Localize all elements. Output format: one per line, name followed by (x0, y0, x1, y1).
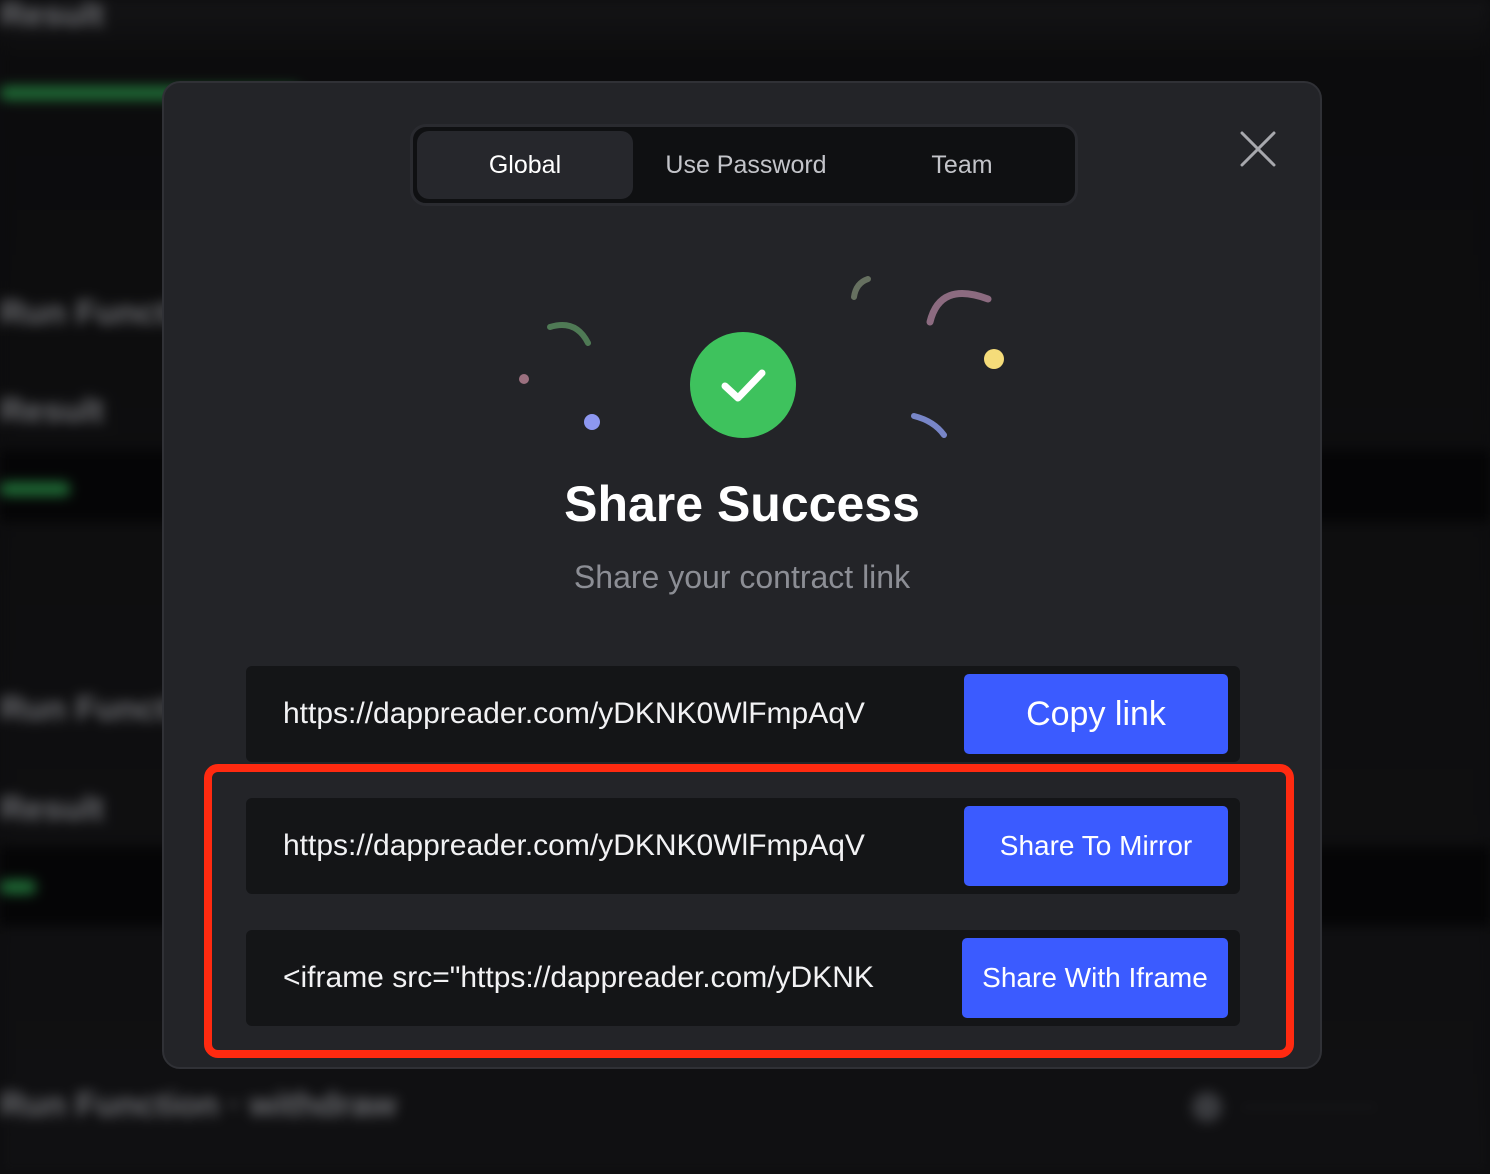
background-heading: Result (0, 392, 104, 430)
tab-use-password[interactable]: Use Password (635, 131, 857, 199)
tab-team[interactable]: Team (859, 131, 1065, 199)
confetti-arc (911, 413, 947, 438)
share-link-field[interactable]: https://dappreader.com/yDKNK0WlFmpAqV (283, 666, 939, 762)
modal-subtitle: Share your contract link (573, 559, 911, 595)
background-heading: Result (0, 0, 104, 34)
background-progress (0, 482, 70, 496)
confetti-dot (519, 374, 529, 384)
close-button[interactable] (1236, 127, 1280, 171)
tab-global[interactable]: Global (417, 131, 633, 199)
modal-title: Share Success (564, 476, 920, 532)
share-mode-tabs: Global Use Password Team (410, 124, 1078, 206)
highlight-annotation (204, 764, 1294, 1058)
background-label: ······················· (1240, 1096, 1378, 1116)
copy-link-button[interactable]: Copy link (964, 674, 1228, 754)
check-icon (721, 369, 766, 402)
check-circle-icon (690, 332, 796, 438)
share-link-row: https://dappreader.com/yDKNK0WlFmpAqV Co… (246, 666, 1240, 762)
background-progress (0, 880, 36, 894)
background-heading: Result (0, 790, 104, 828)
confetti-dot (984, 349, 1004, 369)
confetti-arc (547, 322, 591, 346)
background-icon (1192, 1092, 1222, 1122)
background-heading: Run Function · withdraw (0, 1086, 397, 1124)
confetti-arc (926, 290, 992, 326)
confetti-arc (851, 276, 871, 300)
confetti-dot (584, 414, 600, 430)
close-x-icon (1240, 131, 1276, 167)
